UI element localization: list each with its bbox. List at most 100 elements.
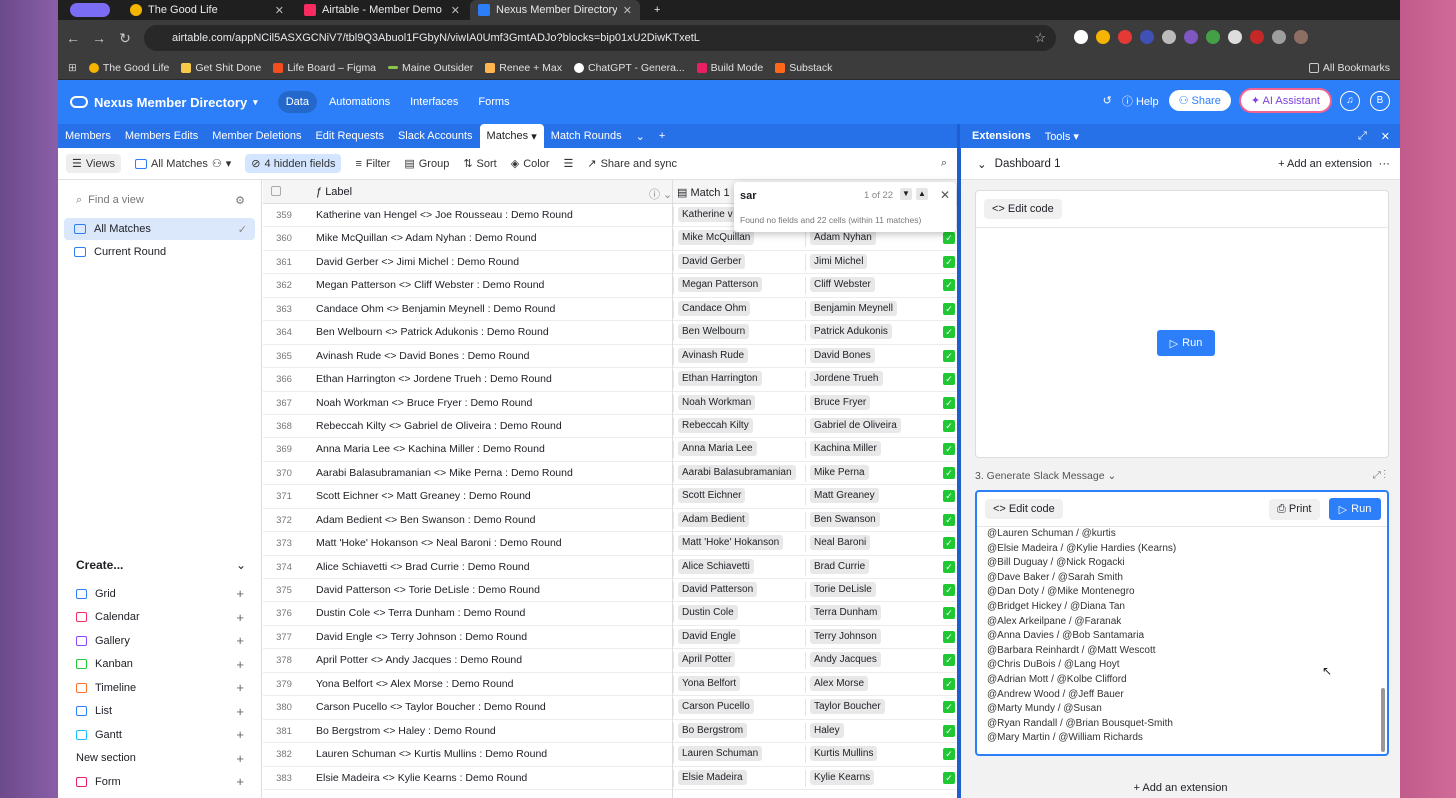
cell-match1[interactable]: Megan Patterson: [673, 277, 805, 295]
checkbox-checked-icon[interactable]: ✓: [943, 279, 955, 292]
close-icon[interactable]: ✕: [623, 4, 632, 17]
table-row[interactable]: 373 Matt 'Hoke' Hokanson <> Neal Baroni :…: [263, 532, 957, 556]
all-bookmarks[interactable]: All Bookmarks: [1308, 62, 1390, 74]
cell-label[interactable]: Aarabi Balasubramanian <> Mike Perna : D…: [316, 467, 672, 479]
more-icon[interactable]: ···: [1379, 158, 1391, 170]
cell-match1[interactable]: David Patterson: [673, 582, 805, 599]
table-row[interactable]: 366 Ethan Harrington <> Jordene Trueh : D…: [263, 368, 957, 392]
cell-match1[interactable]: David Engle: [673, 628, 805, 646]
bookmark[interactable]: Renee + Max: [485, 62, 562, 74]
filter-button[interactable]: ≡ Filter: [355, 158, 390, 170]
column-header-label[interactable]: ƒ Label: [316, 186, 352, 198]
cell-match1[interactable]: Adam Bedient: [673, 511, 805, 529]
find-view-input[interactable]: ⌕ Find a view ⚙: [66, 188, 253, 212]
cell-label[interactable]: David Patterson <> Torie DeLisle : Demo …: [316, 584, 672, 596]
cell-label[interactable]: Avinash Rude <> David Bones : Demo Round: [316, 350, 672, 362]
close-icon[interactable]: ✕: [940, 188, 950, 202]
share-sync-button[interactable]: ↗ Share and sync: [587, 157, 677, 171]
bookmark[interactable]: ChatGPT - Genera...: [573, 62, 685, 74]
search-input[interactable]: sar: [740, 190, 757, 202]
cell-match2[interactable]: Terra Dunham: [805, 605, 939, 623]
cell-match2[interactable]: Kurtis Mullins: [805, 746, 939, 764]
expand-icon[interactable]: ⤢ ⋮: [1373, 470, 1386, 481]
table-tab[interactable]: Member Deletions: [205, 124, 308, 148]
table-tab[interactable]: Slack Accounts: [391, 124, 480, 148]
cell-label[interactable]: David Engle <> Terry Johnson : Demo Roun…: [316, 631, 672, 643]
cell-match1[interactable]: Bo Bergstrom: [673, 722, 805, 740]
checkbox-checked-icon[interactable]: ✓: [943, 560, 955, 573]
cell-label[interactable]: Mike McQuillan <> Adam Nyhan : Demo Roun…: [316, 232, 672, 244]
table-row[interactable]: 365 Avinash Rude <> David Bones : Demo Ro…: [263, 345, 957, 369]
table-row[interactable]: 377 David Engle <> Terry Johnson : Demo R…: [263, 626, 957, 650]
table-row[interactable]: 382 Lauren Schuman <> Kurtis Mullins : De…: [263, 743, 957, 767]
avatar[interactable]: [1294, 30, 1308, 44]
nav-forms[interactable]: Forms: [470, 91, 517, 113]
help-button[interactable]: ⓘ Help: [1122, 93, 1159, 109]
star-icon[interactable]: ☆: [1034, 30, 1046, 46]
group-button[interactable]: ▤ Group: [404, 157, 449, 171]
cell-match2[interactable]: Adam Nyhan: [805, 230, 939, 248]
more-tables-icon[interactable]: ⌄: [629, 124, 652, 148]
cell-match1[interactable]: Avinash Rude: [673, 347, 805, 365]
cell-label[interactable]: Bo Bergstrom <> Haley : Demo Round: [316, 725, 672, 737]
checkbox-checked-icon[interactable]: ✓: [943, 630, 955, 643]
sidebar-view-all-matches[interactable]: All Matches ✓: [64, 218, 255, 240]
color-button[interactable]: ◈ Color: [511, 157, 550, 171]
table-tab[interactable]: Members Edits: [118, 124, 205, 148]
cell-match1[interactable]: Alice Schiavetti: [673, 558, 805, 576]
cell-match1[interactable]: Noah Workman: [673, 394, 805, 412]
sidebar-view-current-round[interactable]: Current Round: [64, 241, 255, 263]
cell-match2[interactable]: Ben Swanson: [805, 511, 939, 529]
table-row[interactable]: 369 Anna Maria Lee <> Kachina Miller : De…: [263, 438, 957, 462]
cell-match2[interactable]: Torie DeLisle: [805, 582, 939, 599]
table-row[interactable]: 374 Alice Schiavetti <> Brad Currie : Dem…: [263, 556, 957, 579]
cell-match2[interactable]: Terry Johnson: [805, 628, 939, 646]
table-tab[interactable]: Edit Requests: [308, 124, 390, 148]
expand-icon[interactable]: ⤢: [1358, 130, 1367, 143]
bookmark[interactable]: Build Mode: [696, 62, 763, 74]
cell-label[interactable]: Megan Patterson <> Cliff Webster : Demo …: [316, 279, 672, 291]
table-row[interactable]: 367 Noah Workman <> Bruce Fryer : Demo Ro…: [263, 392, 957, 415]
checkbox-checked-icon[interactable]: ✓: [943, 326, 955, 339]
create-kanban[interactable]: Kanban +: [76, 653, 244, 677]
browser-tab[interactable]: The Good Life ✕: [122, 0, 292, 20]
cell-match1[interactable]: David Gerber: [673, 253, 805, 271]
cell-label[interactable]: Alice Schiavetti <> Brad Currie : Demo R…: [316, 561, 672, 573]
create-grid[interactable]: Grid +: [76, 582, 244, 606]
cell-match1[interactable]: Mike McQuillan: [673, 230, 805, 248]
table-tab[interactable]: Match Rounds: [544, 124, 629, 148]
cell-match1[interactable]: Scott Eichner: [673, 488, 805, 506]
extension-icon[interactable]: [1096, 30, 1110, 44]
cell-label[interactable]: Anna Maria Lee <> Kachina Miller : Demo …: [316, 443, 672, 455]
bell-icon[interactable]: ♫: [1340, 90, 1360, 111]
create-form[interactable]: Form +: [76, 770, 244, 794]
table-row[interactable]: 381 Bo Bergstrom <> Haley : Demo Round Bo …: [263, 720, 957, 744]
cell-match2[interactable]: Jimi Michel: [805, 253, 939, 271]
cell-match2[interactable]: Patrick Adukonis: [805, 324, 939, 342]
cell-label[interactable]: April Potter <> Andy Jacques : Demo Roun…: [316, 654, 672, 666]
extension-title[interactable]: 3. Generate Slack Message ⌄: [975, 470, 1116, 482]
create-timeline[interactable]: Timeline +: [76, 676, 244, 700]
chevron-up-icon[interactable]: ▲: [916, 188, 928, 200]
apps-icon[interactable]: ⊞: [68, 62, 77, 74]
table-row[interactable]: 380 Carson Pucello <> Taylor Boucher : De…: [263, 696, 957, 720]
checkbox-checked-icon[interactable]: ✓: [943, 771, 955, 784]
extensions-tab[interactable]: Extensions: [972, 130, 1031, 142]
checkbox-checked-icon[interactable]: ✓: [943, 232, 955, 245]
chevron-down-icon[interactable]: ⌄: [977, 157, 987, 171]
extension-icon[interactable]: [1118, 30, 1132, 44]
cell-match2[interactable]: Cliff Webster: [805, 277, 939, 295]
share-button[interactable]: ⚇ Share: [1168, 90, 1231, 111]
forward-icon[interactable]: →: [86, 30, 112, 46]
cell-match1[interactable]: Matt 'Hoke' Hokanson: [673, 535, 805, 553]
cell-label[interactable]: David Gerber <> Jimi Michel : Demo Round: [316, 256, 672, 268]
table-row[interactable]: 378 April Potter <> Andy Jacques : Demo R…: [263, 649, 957, 673]
create-calendar[interactable]: Calendar +: [76, 606, 244, 630]
table-tab[interactable]: Members: [58, 124, 118, 148]
cell-match2[interactable]: Neal Baroni: [805, 535, 939, 553]
cell-match1[interactable]: Dustin Cole: [673, 605, 805, 623]
extension-icon[interactable]: [1250, 30, 1264, 44]
cell-match2[interactable]: Brad Currie: [805, 558, 939, 576]
checkbox-checked-icon[interactable]: ✓: [943, 396, 955, 409]
cell-label[interactable]: Matt 'Hoke' Hokanson <> Neal Baroni : De…: [316, 537, 672, 549]
